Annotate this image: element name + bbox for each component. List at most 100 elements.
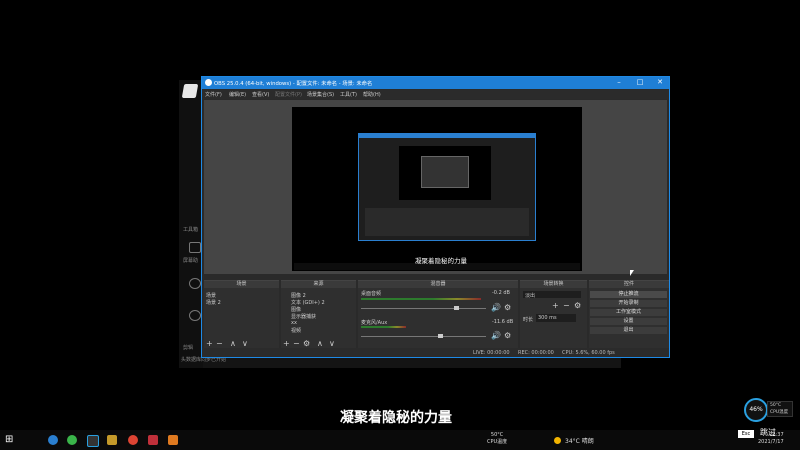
circle-icon[interactable] bbox=[189, 278, 201, 289]
mixer-dock-header: 混音器 bbox=[358, 281, 518, 288]
menu-view[interactable]: 查看(V) bbox=[252, 91, 269, 98]
app-icon[interactable] bbox=[148, 435, 158, 445]
source-item[interactable]: 显示器捕获 bbox=[291, 313, 316, 320]
transition-select[interactable]: 淡出 bbox=[523, 291, 581, 299]
scene-up-button[interactable]: ∧ bbox=[230, 339, 236, 348]
preview-caption: 凝聚着隐秘的力量 bbox=[415, 257, 467, 265]
duration-value: 300 ms bbox=[538, 315, 557, 321]
background-app-logo bbox=[181, 84, 199, 98]
user-icon[interactable] bbox=[189, 310, 201, 321]
taskbar-weather[interactable]: 34°C 晴朗 bbox=[565, 436, 594, 445]
remove-transition-button[interactable]: − bbox=[563, 301, 570, 310]
source-item[interactable]: 视频 bbox=[291, 327, 301, 334]
windows-start-icon[interactable]: ⊞ bbox=[5, 434, 13, 445]
menu-file[interactable]: 文件(F) bbox=[205, 91, 222, 98]
wechat-icon[interactable] bbox=[67, 435, 77, 445]
remove-source-button[interactable]: − bbox=[293, 339, 300, 348]
maximize-button[interactable]: □ bbox=[630, 78, 650, 86]
source-item[interactable]: 图像 2 bbox=[291, 292, 306, 299]
gear-icon[interactable]: ⚙ bbox=[303, 339, 310, 348]
taskbar-cpu-temp-label: CPU温度 bbox=[487, 439, 508, 445]
close-button[interactable]: ✕ bbox=[650, 78, 670, 86]
menu-scene-collection[interactable]: 场景集合(S) bbox=[307, 91, 334, 98]
rec-time: REC: 00:00:00 bbox=[518, 350, 554, 356]
mixer-volume-slider[interactable] bbox=[361, 308, 486, 309]
mixer-volume-knob[interactable] bbox=[454, 306, 459, 310]
app-icon-2[interactable] bbox=[168, 435, 178, 445]
esc-key-badge[interactable]: Esc bbox=[738, 430, 754, 438]
obs-logo-icon bbox=[205, 79, 212, 86]
settings-button[interactable]: 设置 bbox=[590, 318, 667, 325]
taskbar-cpu-temp[interactable]: 50°C CPU温度 bbox=[487, 432, 507, 446]
menu-edit[interactable]: 编辑(E) bbox=[229, 91, 246, 98]
minimize-button[interactable]: – bbox=[609, 78, 629, 86]
stop-streaming-button[interactable]: 停止推流 bbox=[590, 291, 667, 298]
speaker-icon[interactable]: 🔊 bbox=[491, 303, 501, 312]
source-item[interactable]: xx bbox=[291, 320, 297, 326]
mixer-level-meter bbox=[361, 326, 406, 328]
gear-icon[interactable]: ⚙ bbox=[504, 303, 511, 312]
remove-scene-button[interactable]: − bbox=[216, 339, 223, 348]
obs-menubar: 文件(F) 编辑(E) 查看(V) 配置文件(P) 场景集合(S) 工具(T) … bbox=[202, 89, 669, 99]
mixer-level-meter bbox=[361, 298, 481, 300]
mixer-dock: 混音器 桌面音频 -0.2 dB 🔊 ⚙ 麦克风/Aux -11.6 dB 🔊 … bbox=[358, 280, 518, 353]
mixer-volume-knob[interactable] bbox=[438, 334, 443, 338]
cpu-temp-label: CPU温度 bbox=[770, 410, 789, 415]
duration-label: 时长 bbox=[523, 317, 534, 323]
mixer-channel-name: 桌面音频 bbox=[361, 291, 382, 297]
screen-icon[interactable] bbox=[189, 242, 201, 253]
source-up-button[interactable]: ∧ bbox=[317, 339, 323, 348]
obs-titlebar[interactable]: OBS 25.0.4 (64-bit, windows) - 配置文件: 未命名… bbox=[202, 77, 669, 89]
windows-taskbar bbox=[0, 430, 800, 450]
mixer-channel-name: 麦克风/Aux bbox=[361, 320, 388, 326]
sources-dock-header: 来源 bbox=[281, 281, 356, 288]
bg-app-label-5: 剪辑 bbox=[183, 345, 194, 351]
transitions-dock-header: 场景转换 bbox=[520, 281, 587, 288]
obs-window: OBS 25.0.4 (64-bit, windows) - 配置文件: 未命名… bbox=[201, 76, 670, 358]
cpu-fps: CPU: 5.6%, 60.00 fps bbox=[562, 350, 615, 356]
sources-dock: 来源 图像 2 文本 (GDI+) 2 图像 显示器捕获 xx 视频 + − ⚙… bbox=[281, 280, 356, 353]
skip-label[interactable]: 跳过 bbox=[760, 427, 776, 438]
cpu-temp-value: 50°C bbox=[770, 403, 782, 408]
menu-tools[interactable]: 工具(T) bbox=[340, 91, 357, 98]
scene-item[interactable]: 场景 bbox=[206, 292, 216, 299]
obs-taskbar-icon[interactable] bbox=[87, 435, 99, 447]
nested-titlebar bbox=[359, 134, 535, 138]
duration-input[interactable]: 300 ms bbox=[536, 314, 576, 322]
studio-mode-button[interactable]: 工作室模式 bbox=[590, 309, 667, 316]
scenes-dock: 场景 场景 场景 2 + − ∧ ∨ bbox=[204, 280, 279, 353]
add-scene-button[interactable]: + bbox=[206, 339, 213, 348]
cpu-temp-widget[interactable]: 50°C CPU温度 bbox=[767, 401, 793, 417]
speaker-icon[interactable]: 🔊 bbox=[491, 331, 501, 340]
mouse-cursor-icon bbox=[630, 270, 634, 276]
source-down-button[interactable]: ∨ bbox=[329, 339, 335, 348]
video-subtitle: 凝聚着隐秘的力量 bbox=[340, 410, 452, 426]
bg-app-label-1: 工具箱 bbox=[183, 227, 199, 233]
background-app-sidebar bbox=[179, 80, 203, 368]
exit-button[interactable]: 退出 bbox=[590, 327, 667, 334]
edge-icon[interactable] bbox=[48, 435, 58, 445]
menu-profile[interactable]: 配置文件(P) bbox=[275, 91, 302, 98]
gear-icon[interactable]: ⚙ bbox=[574, 301, 581, 310]
add-transition-button[interactable]: + bbox=[552, 301, 559, 310]
controls-dock-header: 控件 bbox=[589, 281, 669, 288]
taskbar-cpu-temp-value: 50°C bbox=[490, 432, 504, 438]
source-item[interactable]: 文本 (GDI+) 2 bbox=[291, 299, 325, 306]
transition-select-value: 淡出 bbox=[525, 293, 536, 299]
scene-item[interactable]: 场景 2 bbox=[206, 299, 221, 306]
mixer-channel-db: -0.2 dB bbox=[492, 290, 510, 296]
chrome-icon[interactable] bbox=[128, 435, 138, 445]
start-recording-button[interactable]: 开始录制 bbox=[590, 300, 667, 307]
source-item[interactable]: 图像 bbox=[291, 306, 301, 313]
cpu-usage-widget[interactable]: 46% bbox=[744, 398, 768, 422]
add-source-button[interactable]: + bbox=[283, 339, 290, 348]
menu-help[interactable]: 帮助(H) bbox=[363, 91, 381, 98]
folder-icon[interactable] bbox=[107, 435, 117, 445]
scene-down-button[interactable]: ∨ bbox=[242, 339, 248, 348]
mixer-volume-slider[interactable] bbox=[361, 336, 486, 337]
nested-docks bbox=[365, 208, 529, 236]
gear-icon[interactable]: ⚙ bbox=[504, 331, 511, 340]
obs-window-title: OBS 25.0.4 (64-bit, windows) - 配置文件: 未命名… bbox=[214, 81, 373, 87]
mixer-channel-db: -11.6 dB bbox=[492, 319, 514, 325]
live-time: LIVE: 00:00:00 bbox=[473, 350, 510, 356]
